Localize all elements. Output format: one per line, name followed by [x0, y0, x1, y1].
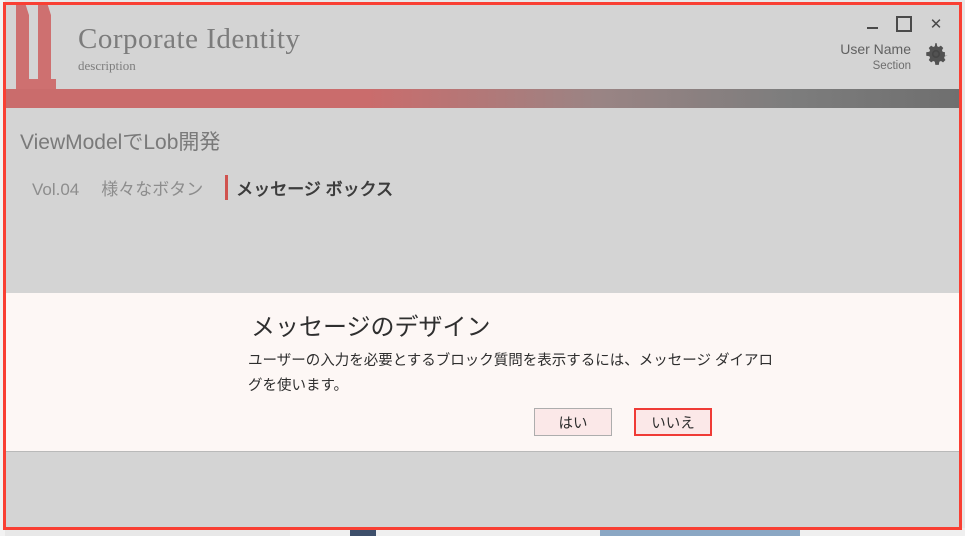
page-title: ViewModelでLob開発	[20, 131, 221, 154]
logo-base	[16, 79, 56, 89]
application-window: Corporate Identity description ✕ User Na…	[3, 2, 962, 530]
maximize-icon[interactable]	[895, 15, 913, 33]
tab-bar: Vol.04 様々なボタン メッセージ ボックス	[32, 175, 415, 200]
header-accent-strip	[6, 89, 959, 108]
close-icon[interactable]: ✕	[927, 15, 945, 33]
tab-various-buttons[interactable]: 様々なボタン	[101, 175, 225, 200]
window-controls: ✕	[863, 15, 945, 33]
minimize-icon[interactable]	[863, 15, 881, 33]
dialog-body-text: ユーザーの入力を必要とするブロック質問を表示するには、メッセージ ダイアログを使…	[248, 353, 774, 394]
logo-bar-1	[16, 5, 29, 89]
user-info: User Name Section	[840, 41, 911, 75]
corporate-logo-bars-icon	[16, 5, 56, 89]
dialog-title: メッセージのデザイン	[251, 314, 491, 341]
window-header: Corporate Identity description ✕ User Na…	[6, 5, 959, 89]
gear-icon[interactable]	[923, 41, 949, 67]
dialog-button-row: はい いいえ	[534, 408, 712, 436]
brand-subtitle: description	[78, 58, 136, 73]
brand-block: Corporate Identity description	[78, 22, 300, 74]
message-dialog: メッセージのデザイン ユーザーの入力を必要とするブロック質問を表示するには、メッ…	[6, 293, 959, 452]
tab-vol04[interactable]: Vol.04	[32, 180, 101, 200]
logo-bar-2	[38, 5, 51, 89]
brand-title: Corporate Identity	[78, 23, 301, 55]
page-content: ViewModelでLob開発 Vol.04 様々なボタン メッセージ ボックス…	[6, 108, 959, 527]
yes-button[interactable]: はい	[534, 408, 612, 436]
no-button[interactable]: いいえ	[634, 408, 712, 436]
tab-message-box[interactable]: メッセージ ボックス	[225, 175, 415, 200]
user-section: Section	[872, 60, 911, 72]
user-name: User Name	[840, 41, 911, 57]
